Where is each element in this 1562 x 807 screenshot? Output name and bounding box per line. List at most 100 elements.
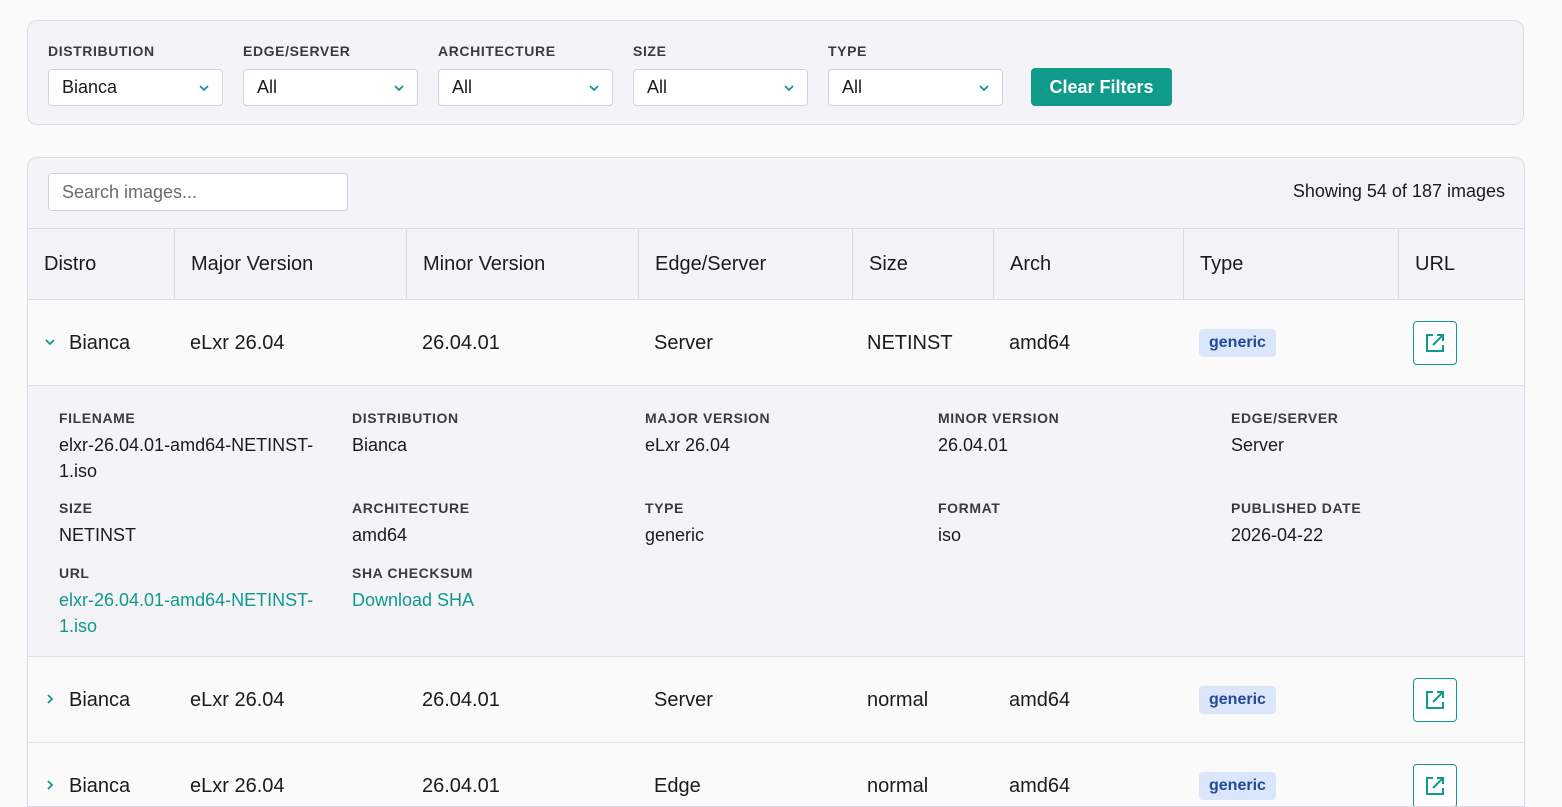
select-value: Bianca <box>62 77 118 97</box>
chevron-down-icon[interactable] <box>44 336 56 348</box>
architecture-select[interactable]: All <box>438 69 613 106</box>
column-header-major-version[interactable]: Major Version <box>175 229 407 299</box>
detail-value: 2026-04-22 <box>1231 525 1324 545</box>
chevron-down-icon <box>394 85 404 92</box>
detail-label: DISTRIBUTION <box>352 410 459 426</box>
detail-value: eLxr 26.04 <box>645 435 731 455</box>
row-details: FILENAME elxr-26.04.01-amd64-NETINST-1.i… <box>28 386 1524 657</box>
column-header-minor-version[interactable]: Minor Version <box>407 229 639 299</box>
open-url-button[interactable] <box>1413 764 1457 806</box>
detail-label: SHA CHECKSUM <box>352 565 474 581</box>
cell-arch: amd64 <box>1009 332 1071 354</box>
cell-minor-version: 26.04.01 <box>422 332 500 354</box>
cell-minor-version: 26.04.01 <box>422 689 500 711</box>
detail-label: FILENAME <box>59 410 136 426</box>
cell-edge-server: Server <box>654 332 713 354</box>
external-link-icon <box>1426 691 1444 709</box>
column-header-edge-server[interactable]: Edge/Server <box>639 229 853 299</box>
detail-value: generic <box>645 525 705 545</box>
detail-format: FORMAT iso <box>938 500 1203 548</box>
detail-value: Bianca <box>352 435 408 455</box>
filter-label: SIZE <box>633 43 667 59</box>
cell-major-version: eLxr 26.04 <box>190 689 285 711</box>
detail-label: SIZE <box>59 500 93 516</box>
cell-distro: Bianca <box>69 689 131 711</box>
detail-size: SIZE NETINST <box>59 500 324 548</box>
clear-filters-button[interactable]: Clear Filters <box>1031 68 1172 106</box>
open-url-button[interactable] <box>1413 321 1457 365</box>
detail-value: Server <box>1231 435 1285 455</box>
column-header-type[interactable]: Type <box>1184 229 1399 299</box>
filter-architecture: ARCHITECTURE All <box>438 43 613 106</box>
chevron-right-icon[interactable] <box>44 779 56 791</box>
distribution-select[interactable]: Bianca <box>48 69 223 106</box>
cell-distro: Bianca <box>69 775 131 797</box>
chevron-down-icon <box>784 85 794 92</box>
filter-label: DISTRIBUTION <box>48 43 155 59</box>
filter-label: EDGE/SERVER <box>243 43 351 59</box>
type-badge: generic <box>1199 686 1276 714</box>
cell-major-version: eLxr 26.04 <box>190 775 285 797</box>
detail-label: URL <box>59 565 90 581</box>
cell-edge-server: Server <box>654 689 713 711</box>
size-select[interactable]: All <box>633 69 808 106</box>
cell-edge-server: Edge <box>654 775 701 797</box>
detail-distribution: DISTRIBUTION Bianca <box>352 410 617 458</box>
external-link-icon <box>1426 777 1444 795</box>
column-header-url: URL <box>1415 253 1456 275</box>
detail-label: EDGE/SERVER <box>1231 410 1339 426</box>
image-url-link[interactable]: elxr-26.04.01-amd64-NETINST-1.iso <box>59 587 324 639</box>
detail-architecture: ARCHITECTURE amd64 <box>352 500 617 548</box>
cell-minor-version: 26.04.01 <box>422 775 500 797</box>
detail-minor-version: MINOR VERSION 26.04.01 <box>938 410 1203 458</box>
detail-value: NETINST <box>59 525 137 545</box>
column-header-size[interactable]: Size <box>853 229 994 299</box>
filter-distribution: DISTRIBUTION Bianca <box>48 43 223 106</box>
column-header-arch[interactable]: Arch <box>994 229 1184 299</box>
type-select[interactable]: All <box>828 69 1003 106</box>
detail-value: iso <box>938 525 962 545</box>
open-url-button[interactable] <box>1413 678 1457 722</box>
detail-value: 26.04.01 <box>938 435 1009 455</box>
cell-arch: amd64 <box>1009 689 1071 711</box>
cell-size: NETINST <box>867 332 953 354</box>
chevron-down-icon <box>589 85 599 92</box>
results-count: Showing 54 of 187 images <box>1292 181 1505 201</box>
detail-value: elxr-26.04.01-amd64-NETINST-1.iso <box>59 435 314 481</box>
column-header-distro[interactable]: Distro <box>28 229 175 299</box>
select-value: All <box>842 77 863 97</box>
select-value: All <box>647 77 668 97</box>
detail-sha-checksum: SHA CHECKSUM Download SHA <box>352 565 617 613</box>
detail-url: URL elxr-26.04.01-amd64-NETINST-1.iso <box>59 565 324 639</box>
edge-server-select[interactable]: All <box>243 69 418 106</box>
select-value: All <box>257 77 278 97</box>
results-panel: Search images... Showing 54 of 187 image… <box>27 157 1525 807</box>
filter-size: SIZE All <box>633 43 808 106</box>
detail-label: FORMAT <box>938 500 1001 516</box>
filters-panel: DISTRIBUTION Bianca EDGE/SERVER All ARCH… <box>27 20 1524 125</box>
detail-edge-server: EDGE/SERVER Server <box>1231 410 1496 458</box>
cell-size: normal <box>867 775 929 797</box>
detail-label: ARCHITECTURE <box>352 500 470 516</box>
detail-major-version: MAJOR VERSION eLxr 26.04 <box>645 410 910 458</box>
detail-label: TYPE <box>645 500 684 516</box>
detail-filename: FILENAME elxr-26.04.01-amd64-NETINST-1.i… <box>59 410 324 484</box>
detail-type: TYPE generic <box>645 500 910 548</box>
filter-edge-server: EDGE/SERVER All <box>243 43 418 106</box>
chevron-down-icon <box>979 85 989 92</box>
table-row[interactable]: Bianca eLxr 26.04 26.04.01 Server normal… <box>28 657 1524 743</box>
cell-major-version: eLxr 26.04 <box>190 332 285 354</box>
filter-type: TYPE All <box>828 43 1003 106</box>
detail-label: PUBLISHED DATE <box>1231 500 1362 516</box>
chevron-down-icon <box>199 85 209 92</box>
type-badge: generic <box>1199 329 1276 357</box>
download-sha-link[interactable]: Download SHA <box>352 587 617 613</box>
type-badge: generic <box>1199 772 1276 800</box>
table-row[interactable]: Bianca eLxr 26.04 26.04.01 Server NETINS… <box>28 300 1524 386</box>
search-input[interactable]: Search images... <box>48 173 348 211</box>
table-row[interactable]: Bianca eLxr 26.04 26.04.01 Edge normal a… <box>28 743 1524 806</box>
cell-distro: Bianca <box>69 332 131 354</box>
chevron-right-icon[interactable] <box>44 693 56 705</box>
filter-label: ARCHITECTURE <box>438 43 556 59</box>
detail-published-date: PUBLISHED DATE 2026-04-22 <box>1231 500 1496 548</box>
